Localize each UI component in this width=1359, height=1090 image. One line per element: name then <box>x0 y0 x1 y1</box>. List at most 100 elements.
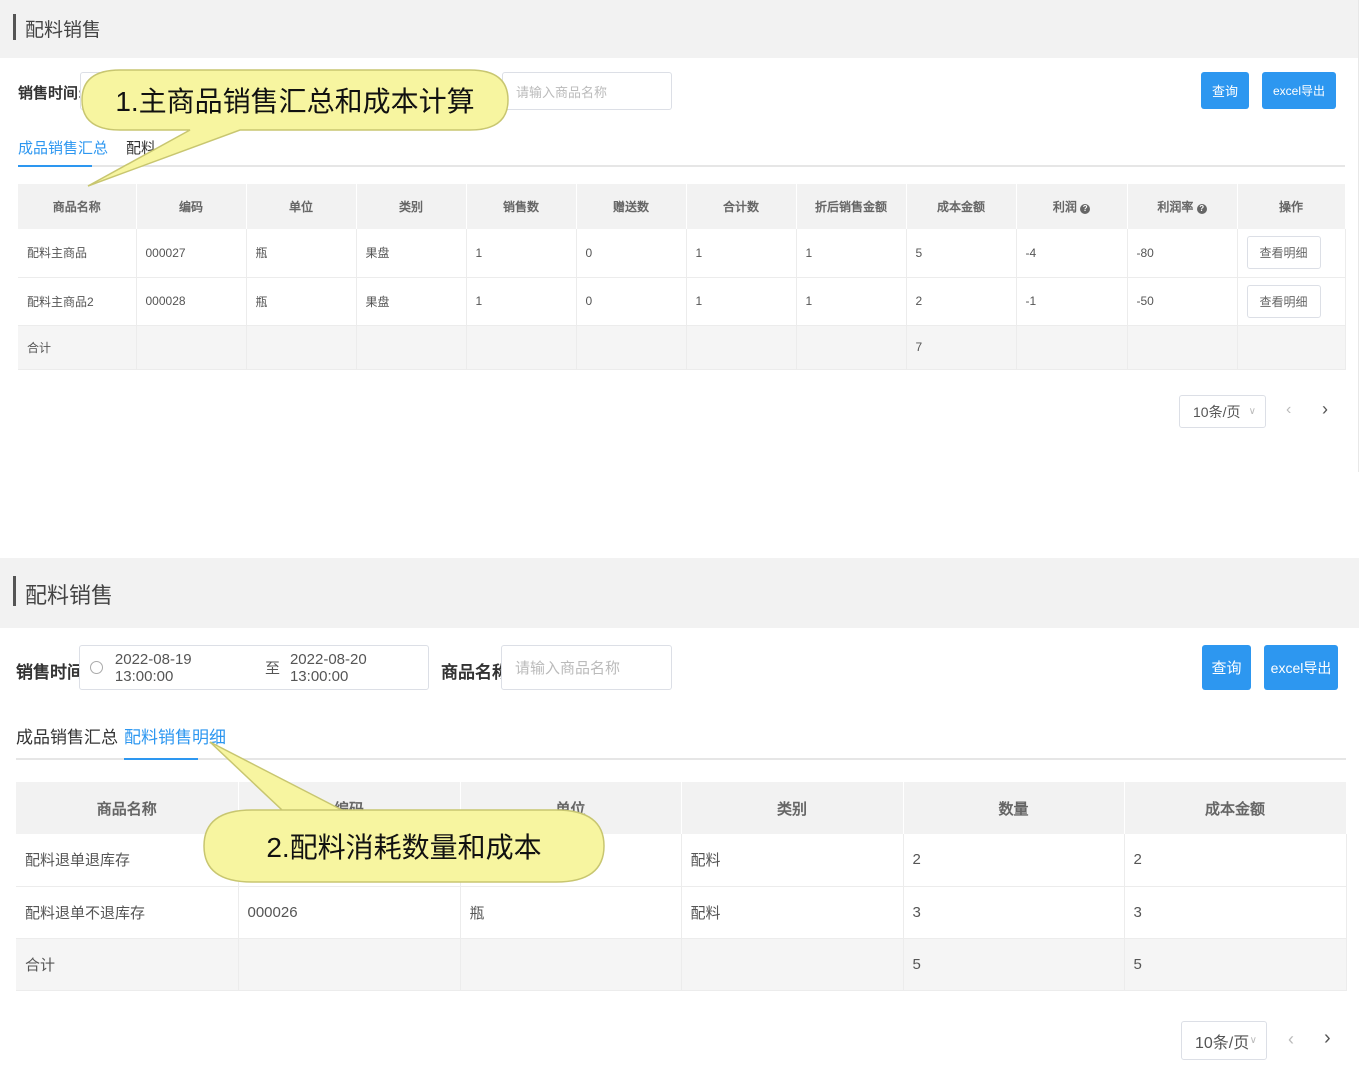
page-title: 配料销售 <box>25 20 102 41</box>
date-end[interactable]: 2022-08-20 13:00:00 <box>290 651 428 685</box>
query-button[interactable]: 查询 <box>1202 645 1251 690</box>
column-header[interactable]: 类别 <box>681 782 904 834</box>
cell <box>686 325 797 370</box>
page-title: 配料销售 <box>25 583 114 608</box>
cell <box>238 938 461 991</box>
page-header: 配料销售 <box>0 0 1358 58</box>
cell: 1 <box>466 229 577 278</box>
column-header[interactable]: 商品名称 <box>18 184 137 229</box>
product-search-input[interactable]: 请输入商品名称 <box>502 72 672 110</box>
tab-divider <box>18 165 1345 167</box>
column-header[interactable]: 合计数 <box>686 184 797 229</box>
column-header[interactable]: 单位 <box>246 184 357 229</box>
cell: 5 <box>906 229 1017 278</box>
help-icon[interactable]: ? <box>1196 204 1207 214</box>
cell: 1 <box>796 229 907 278</box>
page-size-select[interactable]: 10条/页 ∨ <box>1179 395 1266 428</box>
column-header-profit[interactable]: 利润 ? <box>1016 184 1128 229</box>
action-cell: 查看明细 <box>1237 277 1346 326</box>
tab-divider <box>16 758 1346 760</box>
table-row: 配料主商品2 000028 瓶 果盘 1 0 1 1 2 -1 -50 查看明细 <box>18 277 1346 326</box>
cell: 瓶 <box>246 277 357 326</box>
cell: 果盘 <box>356 229 467 278</box>
cell <box>1016 325 1128 370</box>
callout-text: 1.主商品销售汇总和成本计算 <box>115 86 475 117</box>
column-header[interactable]: 编码 <box>136 184 247 229</box>
cell: 3 <box>1124 886 1347 939</box>
view-detail-button[interactable]: 查看明细 <box>1246 236 1321 270</box>
cell: 果盘 <box>356 277 467 326</box>
table-row: 配料退单不退库存 000026 瓶 配料 3 3 <box>16 886 1347 939</box>
chevron-down-icon: ∨ <box>1249 1035 1257 1046</box>
column-header-label: 利润 <box>1052 200 1077 214</box>
page-header: 配料销售 <box>0 558 1359 628</box>
sum-cost: 5 <box>1124 938 1347 991</box>
table-row: 配料主商品 000027 瓶 果盘 1 0 1 1 5 -4 -80 查看明细 <box>18 229 1346 278</box>
column-header[interactable]: 数量 <box>903 782 1125 834</box>
cell: 2 <box>1124 834 1347 887</box>
cell: 1 <box>466 277 577 326</box>
tab-finished-sales-summary[interactable]: 成品销售汇总 <box>18 137 108 158</box>
cell <box>1127 325 1238 370</box>
date-range-picker[interactable]: 2022-08-19 13:00:00 至 2022-08-20 13:00:0… <box>79 645 429 690</box>
sum-quantity: 5 <box>903 938 1125 991</box>
cell <box>466 325 577 370</box>
cell: 1 <box>796 277 907 326</box>
callout-annotation-2: 2.配料消耗数量和成本 <box>202 741 606 884</box>
column-header[interactable]: 成本金额 <box>906 184 1017 229</box>
cell: 瓶 <box>460 886 682 939</box>
view-detail-button[interactable]: 查看明细 <box>1246 284 1321 318</box>
cell: -80 <box>1127 229 1238 278</box>
cell: 0 <box>576 229 687 278</box>
column-header[interactable]: 赠送数 <box>576 184 687 229</box>
excel-export-button[interactable]: excel导出 <box>1264 645 1338 690</box>
cell: 000026 <box>238 886 461 939</box>
page-size-value: 10条/页 <box>1195 1034 1250 1052</box>
cell <box>576 325 687 370</box>
column-header[interactable]: 成本金额 <box>1124 782 1347 834</box>
chevron-down-icon: ∨ <box>1248 406 1256 417</box>
panel-main-product-summary: 配料销售 销售时间: 请输入商品名称 查询 excel导出 成品销售汇总 配料 … <box>0 0 1359 472</box>
excel-export-button[interactable]: excel导出 <box>1262 72 1336 109</box>
action-cell: 查看明细 <box>1237 229 1346 278</box>
active-tab-indicator <box>124 758 198 760</box>
cell: 3 <box>903 886 1125 939</box>
cell: -50 <box>1127 277 1238 326</box>
cell: -4 <box>1016 229 1128 278</box>
query-button[interactable]: 查询 <box>1201 72 1249 109</box>
product-search-input[interactable]: 请输入商品名称 <box>501 645 672 690</box>
column-header[interactable]: 销售数 <box>466 184 577 229</box>
panel-ingredient-detail: 配料销售 销售时间: 2022-08-19 13:00:00 至 2022-08… <box>0 558 1359 1090</box>
cell <box>460 938 682 991</box>
panel-separator <box>0 472 1359 558</box>
active-tab-indicator <box>18 165 92 167</box>
sales-time-label: 销售时间: <box>18 85 83 102</box>
page-size-value: 10条/页 <box>1193 403 1241 420</box>
page-size-select[interactable]: 10条/页 ∨ <box>1181 1021 1267 1060</box>
title-bar-marker <box>13 14 16 40</box>
cell <box>1237 325 1346 370</box>
tab-ingredient-sales-detail[interactable]: 配料销售明细 <box>124 723 226 748</box>
cell: 0 <box>576 277 687 326</box>
cell: 配料 <box>681 834 904 887</box>
help-icon[interactable]: ? <box>1080 204 1091 214</box>
column-header-label: 利润率 <box>1157 200 1194 214</box>
prev-page-icon[interactable]: ‹ <box>1286 401 1291 419</box>
date-start[interactable]: 2022-08-19 13:00:00 <box>115 651 253 685</box>
title-bar-marker <box>13 576 16 606</box>
cell: 2 <box>906 277 1017 326</box>
summary-table: 商品名称 编码 单位 类别 销售数 赠送数 合计数 折后销售金额 成本金额 利润… <box>18 184 1346 370</box>
next-page-icon[interactable]: › <box>1322 399 1328 420</box>
sum-label: 合计 <box>18 325 137 370</box>
sum-label: 合计 <box>16 938 239 991</box>
sum-row: 合计 5 5 <box>16 938 1347 991</box>
next-page-icon[interactable]: › <box>1324 1027 1331 1050</box>
column-header[interactable]: 折后销售金额 <box>796 184 907 229</box>
tab-finished-sales-summary[interactable]: 成品销售汇总 <box>16 723 118 748</box>
column-header-profit-rate[interactable]: 利润率 ? <box>1127 184 1238 229</box>
column-header: 操作 <box>1237 184 1346 229</box>
column-header[interactable]: 类别 <box>356 184 467 229</box>
cell: 1 <box>686 277 797 326</box>
prev-page-icon[interactable]: ‹ <box>1288 1029 1294 1050</box>
sum-cost: 7 <box>906 325 1017 370</box>
